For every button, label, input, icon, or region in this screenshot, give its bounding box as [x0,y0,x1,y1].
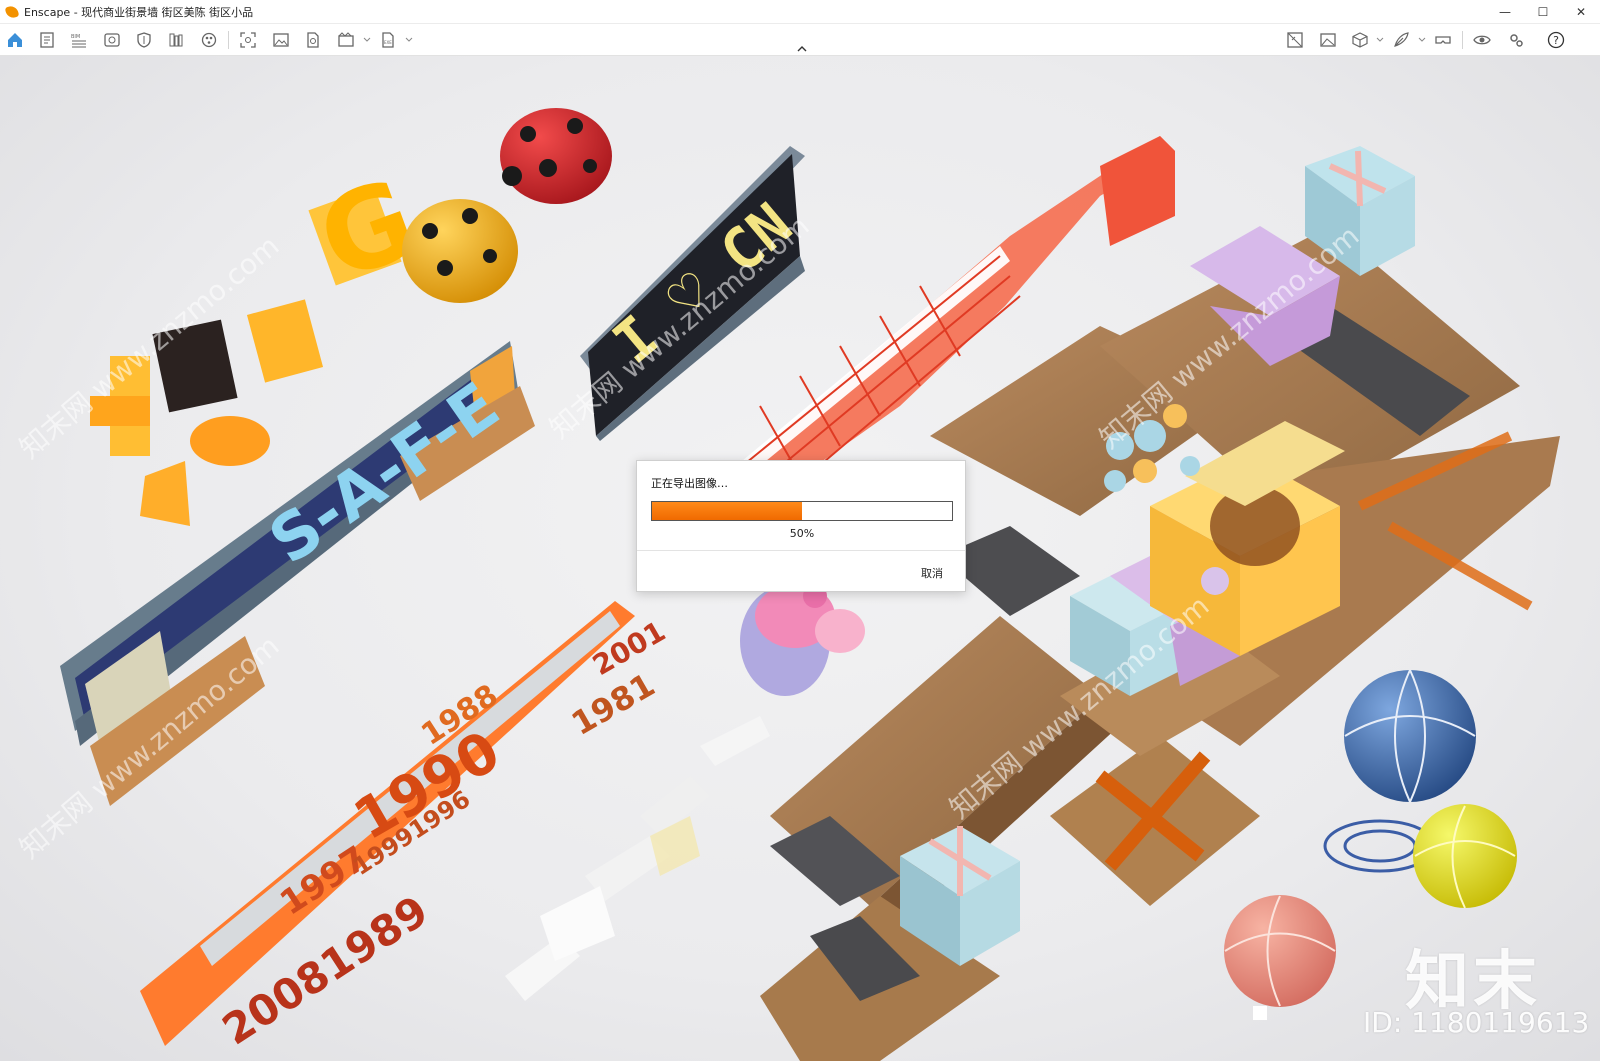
enscape-logo-icon [4,4,20,19]
year-1981: 1981 [565,665,661,742]
screenshot-icon[interactable] [238,30,258,50]
dialog-title: 正在导出图像… [651,477,728,490]
eye-icon[interactable] [1472,30,1492,50]
toolbar-separator [1462,31,1463,49]
watermark-id: ID: 1180119613 [1363,1006,1590,1039]
settings-icon[interactable] [1506,30,1526,50]
views-icon[interactable] [102,30,122,50]
notes-icon[interactable] [37,30,57,50]
export-file-icon[interactable]: EXE [378,30,398,50]
main-toolbar: BIM EXE ? [0,24,1600,56]
batch-render-icon[interactable] [303,30,323,50]
chevron-down-icon[interactable] [405,36,413,44]
minimize-button[interactable]: — [1486,0,1524,24]
window-title: Enscape - 现代商业街景墙 街区美陈 街区小品 [24,5,254,19]
dialog-divider [637,550,965,551]
materials-icon[interactable] [199,30,219,50]
image-export-icon[interactable] [271,30,291,50]
progress-percent: 50% [789,527,815,540]
svg-text:BIM: BIM [71,34,80,40]
chevron-down-icon[interactable] [1418,36,1426,44]
chevron-down-icon[interactable] [1376,36,1384,44]
collapse-toolbar-icon[interactable] [796,44,808,54]
bim-icon[interactable]: BIM [69,30,89,50]
white-letter-blocks [505,716,770,1001]
toolbar-separator [228,31,229,49]
shield-icon[interactable] [134,30,154,50]
cancel-button[interactable]: 取消 [913,561,951,585]
ladybug-yellow [402,199,518,303]
help-icon[interactable]: ? [1546,30,1566,50]
progress-fill [652,502,802,520]
title-bar: Enscape - 现代商业街景墙 街区美陈 街区小品 — ☐ ✕ [0,0,1600,24]
render-settings-icon[interactable] [1318,30,1338,50]
balloon-pink [1224,895,1336,1020]
video-export-icon[interactable] [336,30,356,50]
close-button[interactable]: ✕ [1562,0,1600,24]
library-icon[interactable] [166,30,186,50]
window-controls: — ☐ ✕ [1486,0,1600,24]
export-progress-dialog: 正在导出图像… 50% 取消 [636,460,966,592]
cube-view-icon[interactable] [1350,30,1370,50]
svg-text:EXE: EXE [384,40,392,45]
safe-sign-text: S-A-F-E [257,369,513,579]
site-context-icon[interactable] [1285,30,1305,50]
vr-headset-icon[interactable] [1433,30,1453,50]
home-icon[interactable] [5,30,25,50]
ladybug-red [500,108,612,204]
pink-bear [740,584,865,696]
feather-icon[interactable] [1391,30,1411,50]
balloon-yellow [1413,804,1517,909]
export-progress-bar [651,501,953,521]
svg-text:?: ? [1553,34,1559,47]
maximize-button[interactable]: ☐ [1524,0,1562,24]
chevron-down-icon[interactable] [363,36,371,44]
